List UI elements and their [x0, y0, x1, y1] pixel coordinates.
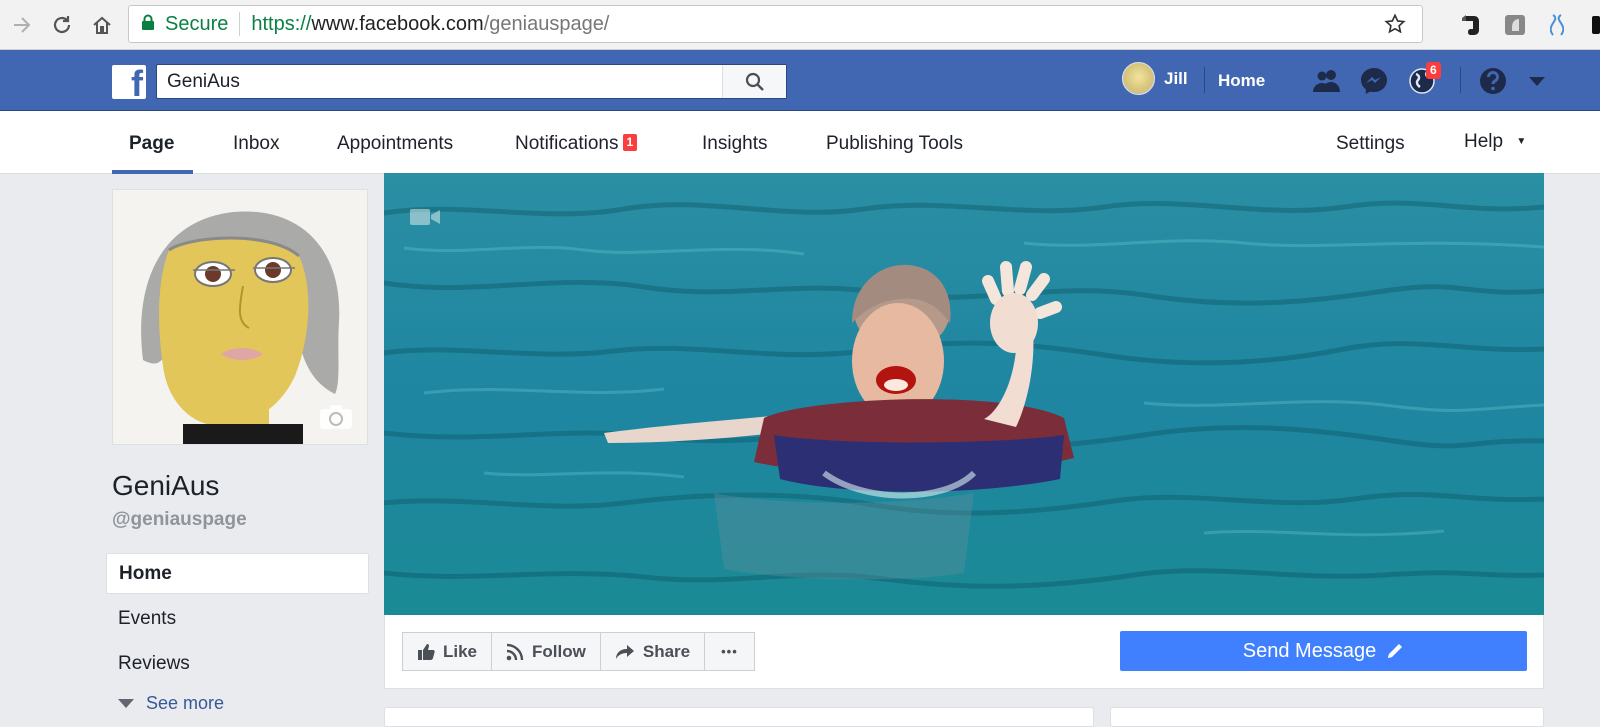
- search-icon: [745, 72, 764, 91]
- avatar: [1122, 62, 1155, 95]
- user-name: Jill: [1164, 68, 1188, 88]
- tab-inbox[interactable]: Inbox: [233, 133, 279, 155]
- facebook-top-bar: f Jill Home 6: [0, 50, 1600, 111]
- address-bar[interactable]: Secure https://www.facebook.com/geniausp…: [128, 5, 1423, 43]
- tab-settings[interactable]: Settings: [1336, 133, 1405, 155]
- divider: [1460, 67, 1461, 93]
- facebook-logo[interactable]: f: [112, 65, 146, 99]
- browser-toolbar: Secure https://www.facebook.com/geniausp…: [0, 0, 1600, 50]
- friend-requests-icon[interactable]: [1310, 64, 1344, 98]
- sidebar-item-home[interactable]: Home: [106, 553, 369, 594]
- bookmark-star-icon[interactable]: [1384, 13, 1406, 41]
- tab-appointments[interactable]: Appointments: [337, 133, 453, 155]
- rss-follow-icon: [506, 643, 524, 660]
- follow-label: Follow: [532, 641, 586, 661]
- tab-page[interactable]: Page: [129, 133, 174, 155]
- send-message-label: Send Message: [1242, 639, 1377, 662]
- url-text: https://www.facebook.com/geniauspage/: [251, 12, 610, 35]
- send-message-button[interactable]: Send Message: [1120, 631, 1527, 671]
- account-menu-chevron-down-icon[interactable]: [1520, 64, 1554, 98]
- active-tab-indicator: [112, 170, 193, 174]
- user-profile-link[interactable]: Jill: [1122, 62, 1188, 95]
- caret-down-icon: [118, 699, 134, 708]
- page-action-buttons: Like Follow Share •••: [402, 632, 755, 671]
- extension-edge-icon[interactable]: [1588, 12, 1600, 38]
- profile-picture[interactable]: [112, 189, 368, 445]
- content-card: [384, 707, 1094, 727]
- share-arrow-icon: [615, 644, 634, 659]
- extension-dna-icon[interactable]: [1544, 12, 1570, 38]
- share-button[interactable]: Share: [599, 632, 705, 671]
- notifications-badge: 6: [1426, 62, 1441, 79]
- page-username[interactable]: @geniauspage: [112, 509, 247, 531]
- secure-label: Secure: [165, 12, 229, 35]
- sidebar-item-reviews[interactable]: Reviews: [106, 643, 369, 684]
- search-input[interactable]: [157, 70, 717, 93]
- content-card: [1110, 707, 1544, 727]
- pencil-icon: [1388, 644, 1403, 658]
- page-title: GeniAus: [112, 470, 220, 501]
- page-actions-bar: Like Follow Share ••• Send Message: [384, 615, 1544, 689]
- page-tabs: Page Inbox Appointments Notifications 1 I…: [0, 111, 1600, 174]
- home-icon[interactable]: [88, 11, 116, 39]
- forward-icon[interactable]: [8, 11, 36, 39]
- thumbs-up-icon: [418, 643, 435, 660]
- extension-gray-icon[interactable]: [1502, 12, 1528, 38]
- camera-icon[interactable]: [319, 404, 353, 430]
- search-button[interactable]: [722, 65, 786, 98]
- tab-publishing-tools[interactable]: Publishing Tools: [826, 133, 963, 155]
- cover-photo[interactable]: [384, 173, 1544, 615]
- reload-icon[interactable]: [48, 11, 76, 39]
- like-button[interactable]: Like: [402, 632, 492, 671]
- follow-button[interactable]: Follow: [491, 632, 600, 671]
- tab-notifications[interactable]: Notifications 1: [515, 133, 638, 155]
- help-caret-icon: ▼: [1516, 136, 1527, 147]
- omnibox-divider: [239, 12, 241, 36]
- tab-help-label: Help: [1464, 131, 1504, 152]
- lock-icon: [141, 13, 155, 36]
- home-link[interactable]: Home: [1218, 71, 1265, 91]
- sidebar-item-events[interactable]: Events: [106, 598, 369, 639]
- see-more-label: See more: [146, 693, 225, 713]
- cover-image: [384, 173, 1544, 615]
- video-camera-icon: [409, 207, 441, 232]
- tab-help[interactable]: Help ▼: [1464, 131, 1526, 153]
- more-options-button[interactable]: •••: [704, 632, 755, 671]
- see-more-link[interactable]: See more: [118, 693, 224, 714]
- tab-notifications-badge: 1: [622, 134, 638, 151]
- divider: [1204, 67, 1205, 93]
- share-label: Share: [642, 641, 691, 661]
- help-icon[interactable]: [1476, 64, 1510, 98]
- page-sidebar-nav: Home Events Reviews: [106, 553, 369, 688]
- evernote-extension-icon[interactable]: [1458, 12, 1484, 38]
- messenger-icon[interactable]: [1357, 64, 1391, 98]
- tab-insights[interactable]: Insights: [702, 133, 767, 155]
- tab-notifications-label: Notifications: [515, 133, 619, 154]
- search-box: [156, 64, 787, 99]
- like-label: Like: [443, 641, 478, 661]
